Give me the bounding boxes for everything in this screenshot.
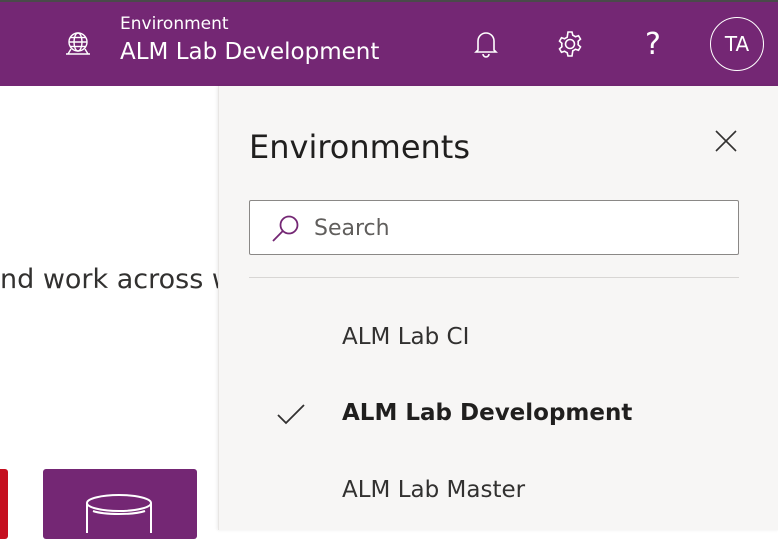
environment-item-label: ALM Lab CI	[342, 324, 470, 350]
environment-label: Environment	[120, 14, 229, 34]
environment-item-alm-lab-master[interactable]: ALM Lab Master	[219, 463, 759, 523]
window-top-edge	[0, 0, 778, 2]
checkmark-icon	[277, 404, 305, 425]
question-mark-icon: ?	[645, 26, 661, 62]
help-button[interactable]: ?	[633, 24, 673, 64]
search-input[interactable]	[314, 211, 714, 245]
app-tile-database[interactable]	[43, 469, 197, 539]
database-icon	[86, 494, 152, 533]
environment-item-label: ALM Lab Master	[342, 477, 526, 503]
panel-title: Environments	[249, 128, 470, 166]
environment-item-label: ALM Lab Development	[342, 400, 633, 426]
divider	[249, 277, 739, 278]
current-environment-name[interactable]: ALM Lab Development	[120, 39, 379, 65]
search-icon	[272, 215, 299, 242]
environments-panel: Environments ALM Lab CI ALM Lab Developm…	[218, 86, 778, 530]
settings-button[interactable]	[550, 24, 590, 64]
bell-icon	[474, 32, 498, 58]
globe-environment-icon[interactable]	[62, 30, 94, 60]
top-header-bar: Environment ALM Lab Development ? TA	[0, 0, 778, 86]
close-icon[interactable]	[711, 126, 741, 156]
environment-item-alm-lab-development[interactable]: ALM Lab Development	[219, 386, 759, 446]
background-description-text: nd work across w	[0, 264, 234, 295]
app-tile-red[interactable]	[0, 469, 8, 539]
user-avatar[interactable]: TA	[710, 17, 764, 71]
avatar-initials: TA	[724, 32, 750, 56]
environment-item-alm-lab-ci[interactable]: ALM Lab CI	[219, 310, 759, 370]
environment-search-box[interactable]	[249, 200, 739, 255]
notifications-button[interactable]	[466, 24, 506, 64]
gear-icon	[558, 31, 582, 57]
